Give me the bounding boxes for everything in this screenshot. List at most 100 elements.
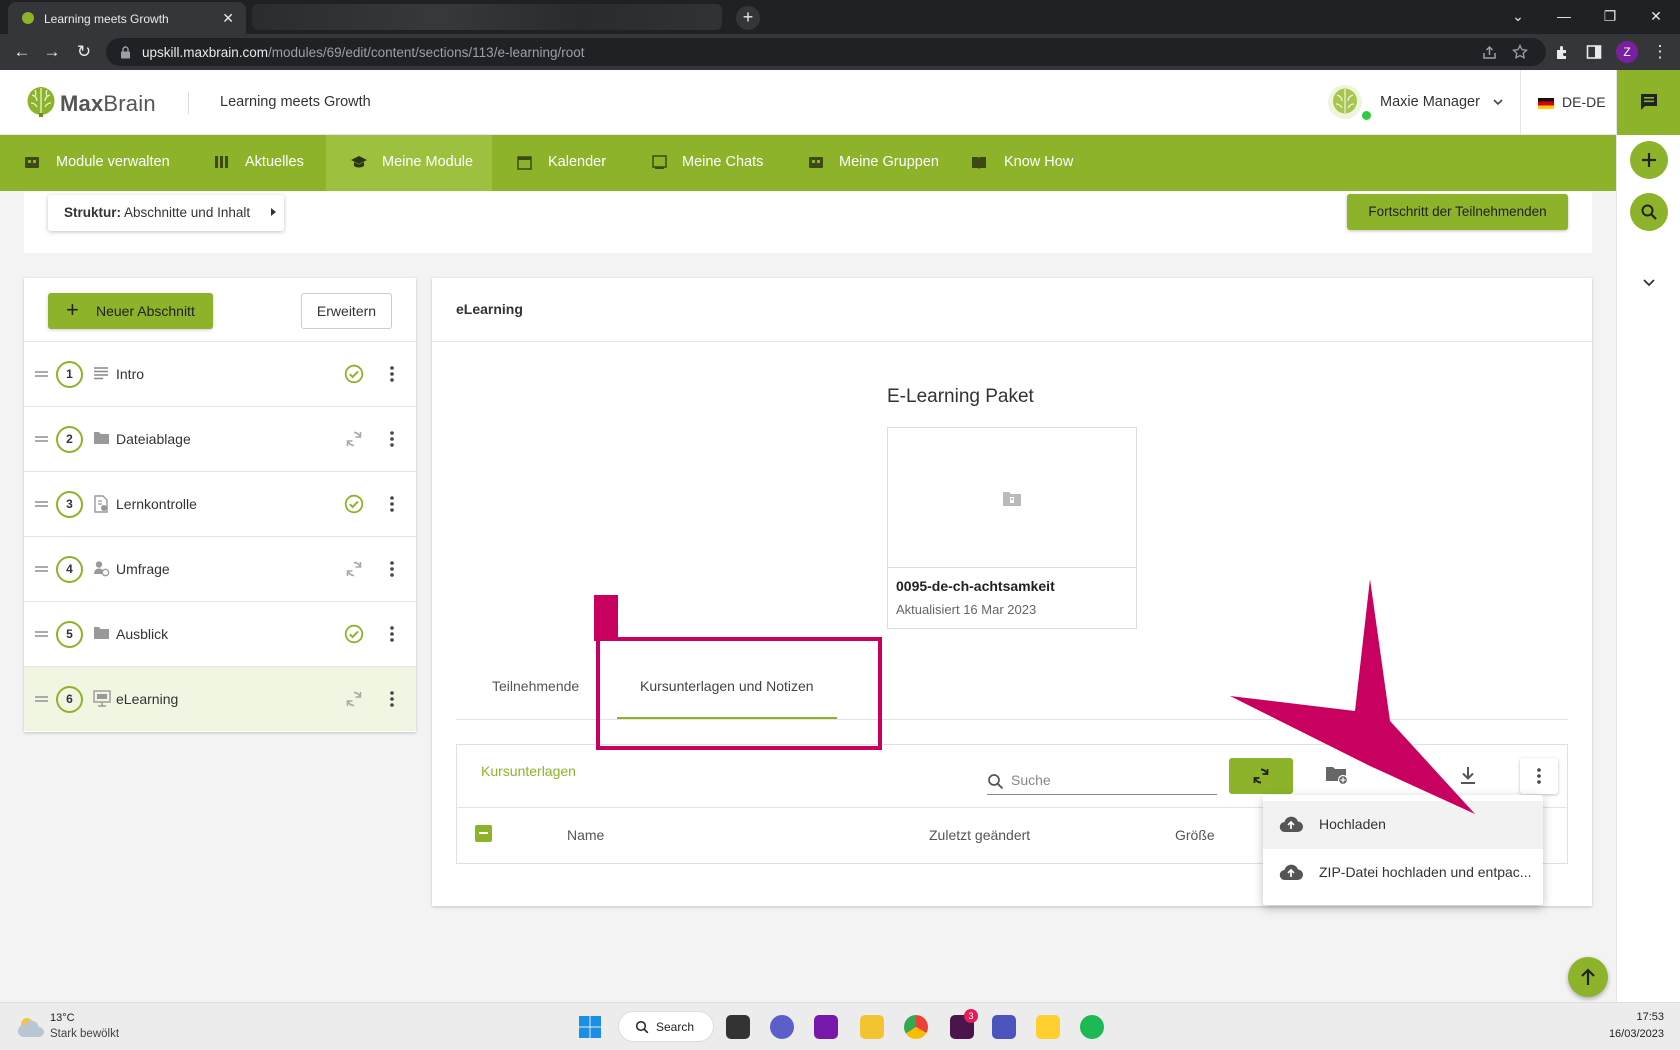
folder-icon <box>94 627 109 639</box>
onenote-icon[interactable] <box>814 1015 838 1039</box>
section-number: 1 <box>56 361 83 388</box>
slack-icon[interactable]: 3 <box>950 1009 978 1039</box>
expand-button[interactable]: Erweitern <box>301 293 392 329</box>
section-row[interactable]: 4 Umfrage <box>24 536 416 601</box>
drag-handle-icon[interactable] <box>35 566 48 572</box>
new-tab-button[interactable]: + <box>736 6 760 30</box>
drag-handle-icon[interactable] <box>35 501 48 507</box>
check-circle-icon[interactable] <box>344 494 364 514</box>
browser-menu-icon[interactable]: ⋮ <box>1650 42 1670 62</box>
blurred-tab[interactable] <box>252 4 722 30</box>
new-section-button[interactable]: + Neuer Abschnitt <box>48 293 213 329</box>
extensions-icon[interactable] <box>1554 44 1570 60</box>
chat-icon <box>652 155 667 169</box>
address-bar[interactable]: upskill.maxbrain.com/modules/69/edit/con… <box>106 38 1546 66</box>
section-row[interactable]: 5 Ausblick <box>24 601 416 666</box>
drag-handle-icon[interactable] <box>35 371 48 377</box>
drag-handle-icon[interactable] <box>35 696 48 702</box>
section-row[interactable]: 2 Dateiablage <box>24 406 416 471</box>
forward-button[interactable]: → <box>42 42 62 62</box>
scroll-to-top-button[interactable] <box>1568 957 1608 997</box>
cloud-upload-icon <box>1279 864 1303 881</box>
section-row[interactable]: 3 Lernkontrolle <box>24 471 416 536</box>
section-label: eLearning <box>116 691 179 707</box>
more-vertical-icon[interactable] <box>382 559 402 579</box>
select-all-checkbox[interactable] <box>475 825 492 842</box>
brand-name: MaxBrain <box>60 91 156 116</box>
nav-item-meine-module[interactable]: Meine Module <box>326 135 492 191</box>
bookmark-star-icon[interactable] <box>1512 44 1528 60</box>
search-input[interactable] <box>1011 769 1211 791</box>
weather-cloud-icon[interactable] <box>16 1015 46 1039</box>
browser-tab[interactable]: Learning meets Growth ✕ <box>8 2 246 34</box>
column-header-modified[interactable]: Zuletzt geändert <box>929 827 1030 843</box>
drag-handle-icon[interactable] <box>35 436 48 442</box>
minimize-button[interactable]: — <box>1554 6 1574 26</box>
more-vertical-icon[interactable] <box>382 624 402 644</box>
drag-handle-icon[interactable] <box>35 631 48 637</box>
clock-time[interactable]: 17:53 <box>1604 1011 1664 1023</box>
tab-search-icon[interactable]: ⌄ <box>1508 6 1528 26</box>
teams-icon[interactable] <box>992 1015 1016 1039</box>
nav-item-meine-gruppen[interactable]: Meine Gruppen <box>792 135 964 191</box>
column-header-size[interactable]: Größe <box>1175 827 1215 843</box>
task-view-icon[interactable] <box>726 1015 750 1039</box>
share-icon[interactable] <box>1482 45 1497 60</box>
file-explorer-icon[interactable] <box>860 1015 884 1039</box>
arrow-up-icon <box>1581 968 1595 985</box>
chevron-down-icon[interactable] <box>1642 275 1656 289</box>
sync-icon[interactable] <box>344 689 364 709</box>
menu-item-zip-upload[interactable]: ZIP-Datei hochladen und entpac... <box>1263 849 1543 897</box>
structure-selector[interactable]: Struktur: Abschnitte und Inhalt <box>48 195 284 231</box>
back-button[interactable]: ← <box>12 42 32 62</box>
check-circle-icon[interactable] <box>344 624 364 644</box>
windows-start-icon[interactable] <box>578 1015 602 1039</box>
avatar[interactable] <box>1328 85 1362 119</box>
add-button[interactable] <box>1630 141 1668 179</box>
taskbar-search[interactable]: Search <box>618 1011 714 1042</box>
miro-icon[interactable] <box>1036 1015 1060 1039</box>
more-options-button[interactable] <box>1520 758 1558 794</box>
tab-teilnehmende[interactable]: Teilnehmende <box>492 678 579 694</box>
more-vertical-icon[interactable] <box>382 429 402 449</box>
column-header-name[interactable]: Name <box>567 827 604 843</box>
chat-button[interactable] <box>1617 70 1680 135</box>
close-window-button[interactable]: ✕ <box>1646 6 1666 26</box>
more-vertical-icon[interactable] <box>382 364 402 384</box>
nav-item-kalender[interactable]: Kalender <box>492 135 632 191</box>
spotify-icon[interactable] <box>1080 1015 1104 1039</box>
participant-progress-button[interactable]: Fortschritt der Teilnehmenden <box>1347 194 1568 230</box>
user-name[interactable]: Maxie Manager <box>1380 94 1480 110</box>
language-selector[interactable]: DE-DE <box>1562 94 1606 110</box>
chrome-icon[interactable] <box>904 1015 928 1039</box>
nav-item-know-how[interactable]: Know How <box>964 135 1104 191</box>
chevron-down-icon[interactable] <box>1492 96 1504 108</box>
restore-button[interactable]: ❐ <box>1600 6 1620 26</box>
chat-app-icon[interactable] <box>770 1015 794 1039</box>
section-row[interactable]: 1 Intro <box>24 341 416 406</box>
section-row-selected[interactable]: 6 eLearning <box>24 666 416 731</box>
section-label: Lernkontrolle <box>116 496 197 512</box>
clock-date[interactable]: 16/03/2023 <box>1582 1028 1664 1040</box>
section-label: Ausblick <box>116 626 169 642</box>
search-button[interactable] <box>1630 193 1668 231</box>
close-tab-icon[interactable]: ✕ <box>222 10 234 27</box>
reload-button[interactable]: ↻ <box>74 42 94 62</box>
nav-item-aktuelles[interactable]: Aktuelles <box>180 135 326 191</box>
search-field[interactable] <box>987 765 1217 795</box>
check-circle-icon[interactable] <box>344 364 364 384</box>
nav-item-meine-chats[interactable]: Meine Chats <box>632 135 792 191</box>
profile-avatar[interactable]: Z <box>1616 41 1638 63</box>
package-card[interactable]: 0095-de-ch-achtsamkeit Aktualisiert 16 M… <box>887 427 1137 629</box>
more-vertical-icon[interactable] <box>382 689 402 709</box>
search-icon <box>1641 204 1657 220</box>
sync-icon[interactable] <box>344 559 364 579</box>
more-vertical-icon[interactable] <box>382 494 402 514</box>
nav-item-module-verwalten[interactable]: Module verwalten <box>0 135 180 191</box>
weather-description: Stark bewölkt <box>50 1028 120 1040</box>
brain-logo-icon <box>27 87 55 117</box>
graduation-cap-icon <box>351 156 367 168</box>
weather-temperature: 13°C <box>50 1012 75 1024</box>
side-panel-icon[interactable] <box>1586 44 1602 60</box>
sync-icon[interactable] <box>344 429 364 449</box>
